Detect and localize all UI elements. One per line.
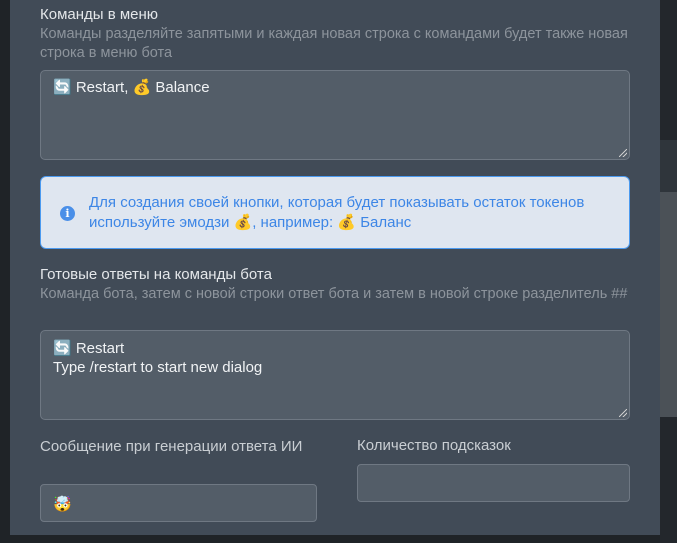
bot-settings-modal: Команды в меню Команды разделяйте запяты…: [10, 0, 660, 535]
backdrop-strip: [660, 140, 677, 192]
generation-message-label: Сообщение при генерации ответа ИИ: [40, 438, 303, 455]
ready-answers-hint: Команда бота, затем с новой строки ответ…: [40, 286, 628, 302]
ready-answers-textarea[interactable]: 🔄 Restart Type /restart to start new dia…: [40, 330, 630, 420]
menu-commands-value: 🔄 Restart, 💰 Balance: [53, 79, 210, 96]
backdrop: [660, 0, 677, 543]
info-icon: i: [60, 206, 75, 221]
ready-answers-label: Готовые ответы на команды бота: [40, 266, 272, 283]
info-text: Для создания своей кнопки, которая будет…: [89, 194, 585, 231]
resize-handle[interactable]: [619, 149, 627, 157]
menu-commands-label: Команды в меню: [40, 6, 159, 23]
generation-message-value: 🤯: [53, 496, 72, 513]
menu-commands-textarea[interactable]: 🔄 Restart, 💰 Balance: [40, 70, 630, 160]
menu-commands-hint: Команды разделяйте запятыми и каждая нов…: [40, 26, 628, 61]
ready-answers-value: 🔄 Restart Type /restart to start new dia…: [53, 340, 263, 376]
generation-message-input[interactable]: 🤯: [40, 484, 317, 522]
hints-count-input[interactable]: [357, 464, 630, 502]
hints-count-label: Количество подсказок: [357, 437, 511, 454]
resize-handle[interactable]: [619, 409, 627, 417]
backdrop-image: [660, 192, 677, 417]
info-alert: i Для создания своей кнопки, которая буд…: [40, 176, 630, 249]
